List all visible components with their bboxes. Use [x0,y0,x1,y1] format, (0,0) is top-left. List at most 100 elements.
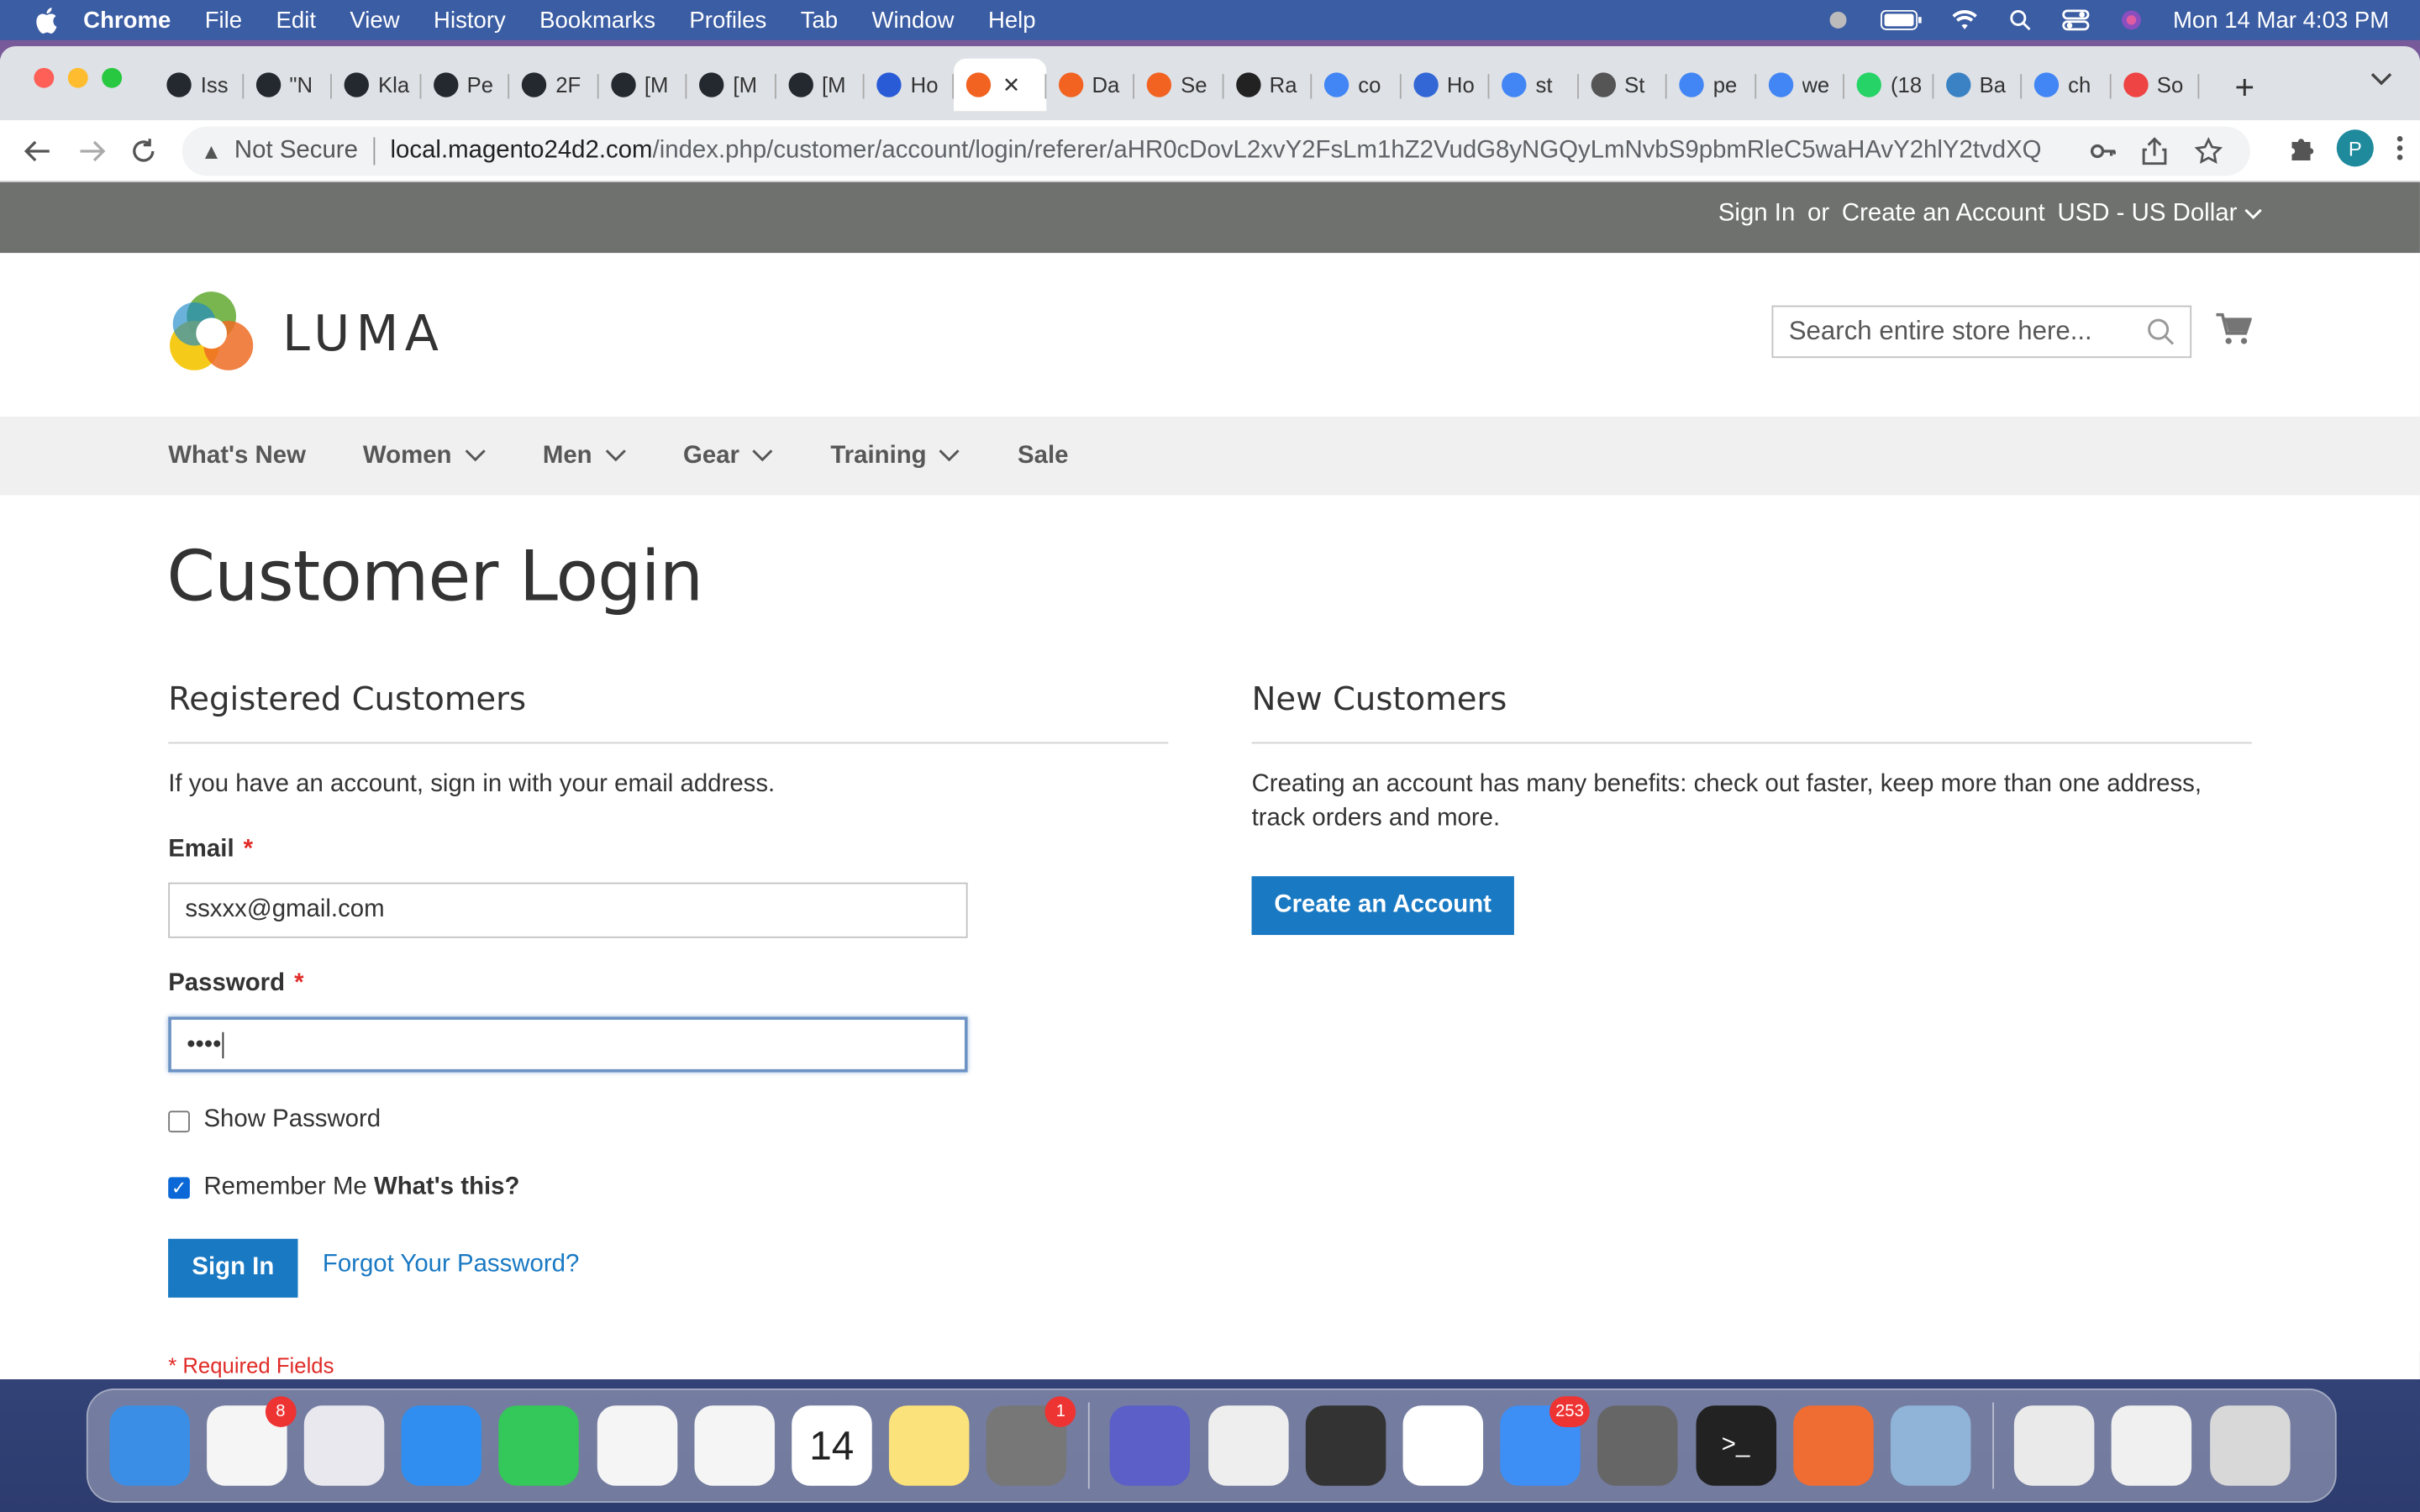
store-search-input[interactable]: Search entire store here... [1771,305,2192,359]
browser-tab[interactable]: pe [1667,59,1756,111]
pdf-doc-icon[interactable] [2014,1405,2095,1486]
shopping-cart-icon[interactable] [2215,312,2252,345]
wifi-icon[interactable] [1950,9,1978,31]
trash-icon[interactable] [2209,1405,2290,1486]
close-tab-icon[interactable]: ✕ [1002,71,1021,97]
teams-icon[interactable] [1110,1405,1191,1486]
password-field[interactable]: •••• [168,1016,968,1073]
apple-icon[interactable] [34,6,61,34]
browser-tab[interactable]: ✕ [953,58,1046,112]
forward-arrow-icon[interactable] [65,137,117,165]
notes-icon[interactable] [889,1405,970,1486]
menubar-clock[interactable]: Mon 14 Mar 4:03 PM [2173,7,2389,33]
browser-tab[interactable]: st [1489,59,1578,111]
close-window-button[interactable] [34,67,55,88]
mail-icon[interactable]: 253 [1500,1396,1591,1486]
postman-icon[interactable] [1792,1405,1874,1486]
nav-item-women[interactable]: Women [363,442,486,470]
nav-item-training[interactable]: Training [830,442,960,470]
browser-tab[interactable]: Ba [1933,59,2022,111]
nav-item-men[interactable]: Men [543,442,626,470]
system-preferences-icon[interactable]: 1 [986,1396,1076,1486]
menu-window[interactable]: Window [872,7,955,33]
key-icon[interactable] [2090,139,2118,163]
finder-icon[interactable] [108,1405,190,1486]
remember-me-label[interactable]: Remember Me What's this? [203,1171,519,1205]
bookmark-star-icon[interactable] [2194,137,2223,165]
security-status[interactable]: Not Secure [234,137,358,165]
show-password-label[interactable]: Show Password [203,1103,381,1137]
kebab-menu-icon[interactable] [2396,134,2405,162]
reload-icon[interactable] [118,137,170,165]
email-field[interactable]: ssxxx@gmail.com [168,882,968,938]
share-icon[interactable] [2142,137,2167,165]
photos-icon[interactable] [596,1405,677,1486]
extensions-puzzle-icon[interactable] [2287,134,2315,162]
menu-bookmarks[interactable]: Bookmarks [539,7,655,33]
spotlight-search-icon[interactable] [2007,9,2034,31]
forgot-password-link[interactable]: Forgot Your Password? [323,1252,579,1279]
status-dot-icon[interactable] [1824,9,1852,31]
browser-tab[interactable]: Ra [1223,59,1313,111]
menu-history[interactable]: History [434,7,506,33]
profile-avatar[interactable]: P [2336,129,2374,167]
sublime-icon[interactable] [1305,1405,1386,1486]
show-password-checkbox[interactable] [168,1110,190,1133]
warning-triangle-icon[interactable]: ▲ [201,139,222,163]
menu-tab[interactable]: Tab [801,7,838,33]
tab-search-chevron-icon[interactable] [2370,71,2392,86]
reminders-icon[interactable]: 8 [206,1396,297,1486]
browser-tab[interactable]: So [2111,59,2200,111]
chrome-icon[interactable] [693,1405,775,1486]
safari-icon[interactable] [401,1405,482,1486]
browser-tab[interactable]: Se [1134,59,1223,111]
nav-item-gear[interactable]: Gear [683,442,773,470]
browser-tab[interactable]: "N [243,59,332,111]
battery-icon[interactable] [1880,9,1923,31]
nav-item-what-s-new[interactable]: What's New [168,442,306,470]
new-tab-button[interactable]: + [2235,68,2255,108]
menu-chrome[interactable]: Chrome [83,7,171,33]
create-account-button[interactable]: Create an Account [1251,876,1514,936]
remember-me-checkbox[interactable]: ✓ [168,1177,190,1200]
nav-item-sale[interactable]: Sale [1018,442,1068,470]
browser-tab[interactable]: [M [687,59,776,111]
browser-tab[interactable]: ch [2022,59,2111,111]
minimize-window-button[interactable] [67,67,88,88]
control-center-icon[interactable] [2062,9,2090,31]
header-sign-in-link[interactable]: Sign In [1718,201,1795,228]
browser-tab[interactable]: Ho [865,59,954,111]
presentation-doc-icon[interactable] [2112,1405,2192,1486]
sign-in-button[interactable]: Sign In [168,1238,298,1298]
browser-tab[interactable]: Iss [155,59,244,111]
slack-icon[interactable] [1402,1405,1484,1486]
whats-this-link[interactable]: What's this? [374,1174,520,1200]
browser-tab[interactable]: [M [776,59,865,111]
browser-tab[interactable]: Ho [1401,59,1490,111]
menu-profiles[interactable]: Profiles [689,7,766,33]
terminal-icon[interactable]: >_ [1695,1405,1776,1486]
browser-tab[interactable]: Da [1045,59,1134,111]
menu-help[interactable]: Help [988,7,1036,33]
zoom-window-button[interactable] [102,67,123,88]
preview-icon[interactable] [1890,1405,1971,1486]
browser-tab[interactable]: Kla [332,59,421,111]
textedit-icon[interactable] [1207,1405,1289,1486]
tableplus-icon[interactable] [1597,1405,1679,1486]
launchpad-icon[interactable] [303,1405,385,1486]
messages-icon[interactable] [498,1405,580,1486]
browser-tab[interactable]: [M [598,59,687,111]
calendar-icon[interactable]: 14 [792,1405,872,1486]
currency-switcher[interactable]: USD - US Dollar [2057,201,2262,228]
luma-logo[interactable]: LUMA [168,290,445,376]
browser-tab[interactable]: St [1578,59,1667,111]
browser-tab[interactable]: we [1755,59,1844,111]
siri-icon[interactable] [2118,9,2145,31]
browser-tab[interactable]: Pe [421,59,510,111]
browser-tab[interactable]: co [1312,59,1401,111]
browser-tab[interactable]: (18 [1844,59,1933,111]
back-arrow-icon[interactable] [13,137,65,165]
search-icon[interactable] [2147,318,2175,345]
menu-edit[interactable]: Edit [276,7,316,33]
menu-view[interactable]: View [350,7,399,33]
